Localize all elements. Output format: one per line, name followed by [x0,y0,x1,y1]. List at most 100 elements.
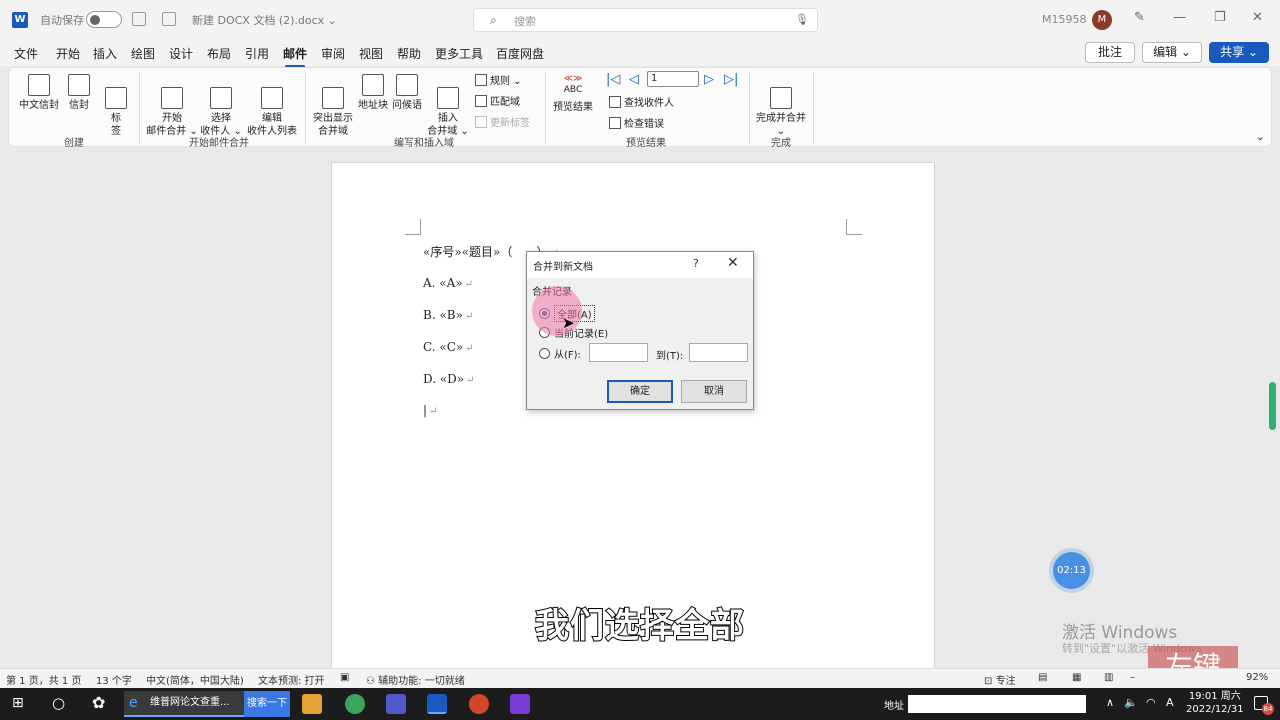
word-taskbar-icon[interactable] [427,694,447,714]
print-layout-icon[interactable]: ▦ [1072,672,1081,683]
focus-mode[interactable]: ⊡ 专注 [984,672,1016,687]
tab-review[interactable]: 审阅 [321,45,345,62]
volume-icon[interactable]: 🔈 [1124,696,1138,709]
dialog-title: 合并到新文档 [533,262,593,273]
group-label-create: 创建 [64,138,84,149]
next-record-icon[interactable]: ▷ [704,72,714,87]
ribbon-divider [545,72,546,144]
input-method-indicator[interactable]: A [1166,696,1174,709]
document-title[interactable]: 新建 DOCX 文档 (2).docx ⌄ [192,12,337,28]
system-clock[interactable]: 19:01 周六 2022/12/31 [1186,690,1244,716]
address-block-button[interactable]: 地址块 [357,74,389,112]
greeting-line-button[interactable]: 问候语 [391,74,423,112]
taskbar-search-button[interactable]: 搜索一下 [244,691,290,717]
envelopes-button[interactable]: 信封 [65,74,93,112]
dialog-close-icon[interactable]: ✕ [727,255,739,271]
close-window-icon[interactable]: ✕ [1252,10,1263,25]
teams-icon[interactable] [386,694,406,714]
match-fields-button[interactable]: 匹配域 [475,93,520,108]
text-prediction[interactable]: 文本预测: 打开 [258,672,325,687]
edit-mode-button[interactable]: 编辑 ⌄ [1142,42,1202,63]
design-app-icon[interactable] [510,694,530,714]
to-record-input[interactable] [689,343,748,362]
group-label-write-insert: 编写和插入域 [394,138,454,149]
finish-and-merge-button[interactable]: 完成并合并 ⌄ [753,74,809,138]
word-count[interactable]: 13 个字 [96,672,132,687]
highlight-merge-fields-button[interactable]: 突出显示 合并域 [311,74,355,138]
browser-task[interactable]: e 维普网论文查重... [124,691,244,717]
scrollbar-thumb[interactable] [1269,382,1276,430]
help-icon[interactable]: ? [693,257,699,270]
tab-more-tools[interactable]: 更多工具 [435,45,483,62]
record-number-input[interactable]: 1 [647,71,699,87]
select-recipients-button[interactable]: 选择 收件人 ⌄ [199,74,243,138]
microphone-icon[interactable]: 🎙 [795,13,809,26]
update-labels-button[interactable]: 更新标签 [475,114,530,129]
margin-corner-mark [405,219,421,235]
cancel-button[interactable]: 取消 [681,380,747,403]
tab-references[interactable]: 引用 [245,45,269,62]
tab-insert[interactable]: 插入 [93,45,117,62]
insert-merge-field-button[interactable]: 插入 合并域 ⌄ [427,74,469,138]
comment-button[interactable]: 批注 [1085,42,1135,63]
browser-icon[interactable] [345,694,365,714]
quick-access-icon[interactable] [162,12,176,26]
ribbon-divider [749,72,750,144]
accessibility-status[interactable]: ⚇ 辅助功能: 一切就绪 [366,672,465,687]
tab-file[interactable]: 文件 [14,45,38,62]
ribbon-collapse-icon[interactable]: ⌄ [1256,130,1265,143]
previous-record-icon[interactable]: ◁ [629,72,639,87]
search-circle-icon[interactable]: ○ [52,694,65,712]
find-recipient-button[interactable]: 查找收件人 [609,94,674,109]
ok-button[interactable]: 确定 [607,380,673,403]
radio-from[interactable]: 从(F): [539,346,581,361]
media-player-icon[interactable] [302,694,322,714]
radio-button[interactable] [539,348,550,359]
network-icon[interactable]: ◠ [1146,696,1156,709]
first-record-icon[interactable]: |◁ [606,72,620,87]
autosave-toggle[interactable] [86,11,122,28]
preview-results-button[interactable]: ≪≫ ABC 预览结果 [551,74,595,114]
zoom-level[interactable]: 92% [1246,672,1268,683]
labels-button[interactable]: 标 签 [103,74,129,138]
edit-recipient-list-button[interactable]: 编辑 收件人列表 [245,74,299,138]
tab-mailings[interactable]: 邮件 [283,45,307,68]
windows-start-icon[interactable]: ⊞ [12,695,24,711]
tab-help[interactable]: 帮助 [397,45,421,62]
from-record-input[interactable] [589,343,648,362]
dialog-title-bar: 合并到新文档 ? ✕ [527,252,753,278]
tab-view[interactable]: 视图 [359,45,383,62]
minimize-icon[interactable]: — [1173,10,1186,25]
check-errors-button[interactable]: 检查错误 [609,115,664,130]
tab-home[interactable]: 开始 [56,45,80,62]
pen-icon[interactable]: ✎ [1134,10,1145,25]
tab-baidu-netdisk[interactable]: 百度网盘 [496,45,544,62]
last-record-icon[interactable]: ▷| [724,72,738,87]
page-count[interactable]: 第 1 页，共 1 页 [6,672,81,687]
tab-layout[interactable]: 布局 [207,45,231,62]
app-icon[interactable]: ✿ [92,693,105,712]
powerpoint-icon[interactable] [469,694,489,714]
ribbon-tabs: 文件 开始 插入 绘图 设计 布局 引用 邮件 审阅 视图 帮助 更多工具 百度… [0,40,1280,68]
read-mode-icon[interactable]: ▤ [1038,672,1047,683]
language-indicator[interactable]: 中文(简体，中国大陆) [146,672,244,687]
rules-button[interactable]: 规则 ⌄ [475,72,522,87]
save-icon[interactable] [132,12,146,26]
zoom-out-icon[interactable]: – [1130,672,1135,683]
restore-icon[interactable]: ❐ [1214,10,1226,25]
web-layout-icon[interactable]: ▥ [1104,672,1113,683]
find-recipient-icon [609,96,621,108]
recording-timer: 02:13 [1053,552,1090,589]
tray-chevron-icon[interactable]: ∧ [1106,696,1114,709]
macro-icon[interactable]: ▣ [340,672,349,683]
avatar[interactable]: M [1092,10,1112,30]
tab-draw[interactable]: 绘图 [131,45,155,62]
tab-design[interactable]: 设计 [169,45,193,62]
finish-merge-icon [770,87,792,109]
share-button[interactable]: 共享 ⌄ [1209,42,1269,63]
search-input[interactable]: ⌕ 搜索 🎙 [473,8,818,32]
address-bar-input[interactable] [908,695,1086,713]
chinese-envelope-button[interactable]: 中文信封 [17,74,61,112]
start-mail-merge-button[interactable]: 开始 邮件合并 ⌄ [145,74,199,138]
title-bar: W 自动保存 新建 DOCX 文档 (2).docx ⌄ ⌕ 搜索 🎙 M159… [0,0,1280,40]
